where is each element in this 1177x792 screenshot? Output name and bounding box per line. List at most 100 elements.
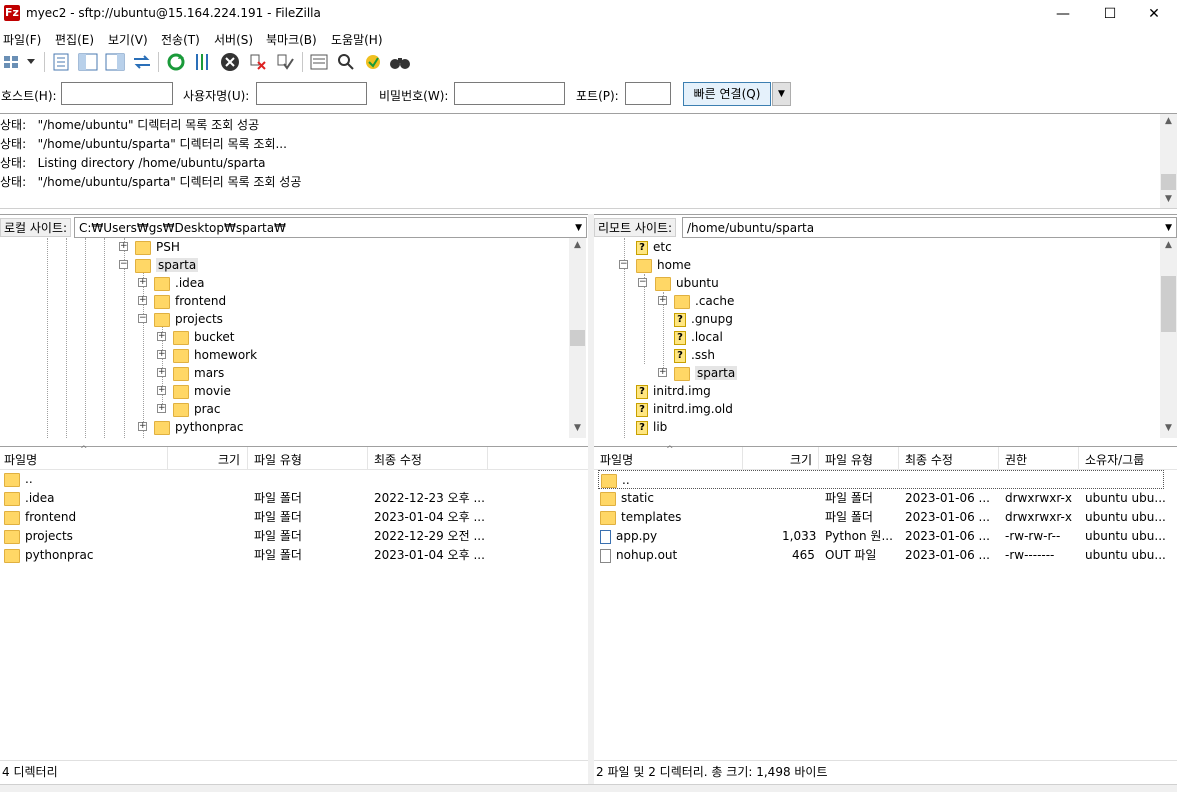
table-row[interactable]: templates 파일 폴더 2023-01-06 ... drwxrwxr-… — [594, 508, 1177, 527]
column-size[interactable]: 크기 — [218, 451, 240, 467]
expand-toggle[interactable]: + — [157, 368, 166, 377]
chevron-up-icon[interactable]: ▲ — [1160, 116, 1177, 126]
sync-browsing-icon[interactable] — [362, 51, 384, 73]
port-input[interactable] — [625, 82, 671, 105]
tree-node[interactable]: ? .gnupg — [674, 310, 733, 328]
tree-node[interactable]: projects — [154, 310, 223, 328]
tree-node[interactable]: ? .local — [674, 328, 723, 346]
menu-edit[interactable]: 편집(E) — [55, 31, 94, 48]
local-tree-scrollbar[interactable]: ▲ ▼ — [569, 238, 586, 438]
chevron-down-icon[interactable]: ▼ — [575, 218, 582, 238]
column-type[interactable]: 파일 유형 — [825, 451, 873, 467]
tree-node[interactable]: prac — [173, 400, 221, 418]
remote-tree-scrollbar[interactable]: ▲ ▼ — [1160, 238, 1177, 438]
menu-server[interactable]: 서버(S) — [214, 31, 253, 48]
expand-toggle[interactable]: + — [138, 278, 147, 287]
cancel-operation-icon[interactable] — [219, 51, 241, 73]
chevron-down-icon[interactable]: ▼ — [1160, 423, 1177, 433]
table-row[interactable]: frontend 파일 폴더 2023-01-04 오후 ... — [0, 508, 588, 527]
scroll-thumb[interactable] — [1161, 174, 1176, 190]
tree-node[interactable]: pythonprac — [154, 418, 243, 436]
collapse-toggle[interactable]: − — [138, 314, 147, 323]
expand-toggle[interactable]: + — [119, 242, 128, 251]
quickconnect-button[interactable]: 빠른 연결(Q) — [683, 82, 771, 106]
menu-bookmarks[interactable]: 북마크(B) — [266, 31, 317, 48]
process-queue-icon[interactable] — [192, 51, 214, 73]
chevron-up-icon[interactable]: ▲ — [569, 240, 586, 250]
tree-node[interactable]: home — [636, 256, 691, 274]
column-size[interactable]: 크기 — [790, 451, 812, 467]
column-modified[interactable]: 최종 수정 — [905, 451, 953, 467]
chevron-down-icon[interactable]: ▼ — [772, 82, 791, 106]
table-row[interactable]: pythonprac 파일 폴더 2023-01-04 오후 ... — [0, 546, 588, 565]
expand-toggle[interactable]: + — [157, 350, 166, 359]
collapse-toggle[interactable]: − — [119, 260, 128, 269]
tree-node[interactable]: ? etc — [636, 238, 672, 256]
refresh-icon[interactable] — [165, 51, 187, 73]
table-row[interactable]: .. — [598, 470, 1164, 489]
column-filename[interactable]: 파일명 — [4, 451, 37, 467]
disconnect-icon[interactable] — [247, 51, 269, 73]
tree-node[interactable]: ubuntu — [655, 274, 719, 292]
local-path-input[interactable]: C:₩Users₩gs₩Desktop₩sparta₩ ▼ — [74, 217, 587, 238]
table-row[interactable]: .idea 파일 폴더 2022-12-23 오후 ... — [0, 489, 588, 508]
menu-help[interactable]: 도움말(H) — [331, 31, 383, 48]
collapse-toggle[interactable]: − — [619, 260, 628, 269]
tree-node[interactable]: ? initrd.img — [636, 382, 711, 400]
directory-listing-filters-icon[interactable] — [308, 51, 330, 73]
tree-node[interactable]: sparta — [135, 256, 199, 274]
remote-tree-toggle-icon[interactable] — [104, 51, 126, 73]
expand-toggle[interactable]: + — [658, 296, 667, 305]
tree-node[interactable]: .cache — [674, 292, 734, 310]
tree-node[interactable]: ? .ssh — [674, 346, 715, 364]
table-row[interactable]: projects 파일 폴더 2022-12-29 오전 ... — [0, 527, 588, 546]
expand-toggle[interactable]: + — [138, 296, 147, 305]
message-log-toggle-icon[interactable] — [50, 51, 72, 73]
local-tree-toggle-icon[interactable] — [77, 51, 99, 73]
menu-view[interactable]: 보기(V) — [108, 31, 148, 48]
tree-node[interactable]: movie — [173, 382, 231, 400]
username-input[interactable] — [256, 82, 367, 105]
table-row[interactable]: static 파일 폴더 2023-01-06 ... drwxrwxr-x u… — [594, 489, 1177, 508]
column-filename[interactable]: 파일명 — [600, 451, 633, 467]
tree-node[interactable]: bucket — [173, 328, 234, 346]
tree-node[interactable]: homework — [173, 346, 257, 364]
password-input[interactable] — [454, 82, 565, 105]
chevron-down-icon[interactable]: ▼ — [1160, 194, 1177, 204]
reconnect-icon[interactable] — [274, 51, 296, 73]
table-row[interactable]: nohup.out 465 OUT 파일 2023-01-06 ... -rw-… — [594, 546, 1177, 565]
column-modified[interactable]: 최종 수정 — [374, 451, 422, 467]
collapse-toggle[interactable]: − — [638, 278, 647, 287]
tree-node[interactable]: PSH — [135, 238, 180, 256]
tree-node[interactable]: sparta — [674, 364, 738, 382]
expand-toggle[interactable]: + — [157, 386, 166, 395]
close-button[interactable]: ✕ — [1131, 0, 1177, 28]
expand-toggle[interactable]: + — [658, 368, 667, 377]
minimize-button[interactable]: — — [1040, 0, 1086, 28]
tree-node[interactable]: ? lib — [636, 418, 667, 436]
column-owner[interactable]: 소유자/그룹 — [1085, 451, 1144, 467]
expand-toggle[interactable]: + — [157, 332, 166, 341]
table-row[interactable]: .. — [0, 470, 588, 489]
chevron-down-icon[interactable]: ▼ — [569, 423, 586, 433]
tree-node[interactable]: mars — [173, 364, 224, 382]
log-scrollbar[interactable]: ▲ ▼ — [1160, 114, 1177, 208]
tree-node[interactable]: .idea — [154, 274, 205, 292]
remote-path-input[interactable]: /home/ubuntu/sparta ▼ — [682, 217, 1177, 238]
scroll-thumb[interactable] — [570, 330, 585, 346]
tree-node[interactable]: frontend — [154, 292, 226, 310]
table-row[interactable]: app.py 1,033 Python 원... 2023-01-06 ... … — [594, 527, 1177, 546]
tree-node[interactable]: ? initrd.img.old — [636, 400, 733, 418]
menu-transfer[interactable]: 전송(T) — [161, 31, 200, 48]
menu-file[interactable]: 파일(F) — [3, 31, 41, 48]
chevron-down-icon[interactable] — [24, 51, 38, 73]
transfer-queue-toggle-icon[interactable] — [131, 51, 153, 73]
binoculars-icon[interactable] — [389, 51, 411, 73]
chevron-up-icon[interactable]: ▲ — [1160, 240, 1177, 250]
scroll-thumb[interactable] — [1161, 276, 1176, 332]
host-input[interactable] — [61, 82, 173, 105]
chevron-down-icon[interactable]: ▼ — [1165, 218, 1172, 238]
maximize-button[interactable]: ☐ — [1087, 0, 1133, 28]
expand-toggle[interactable]: + — [138, 422, 147, 431]
site-manager-icon[interactable] — [2, 51, 24, 73]
